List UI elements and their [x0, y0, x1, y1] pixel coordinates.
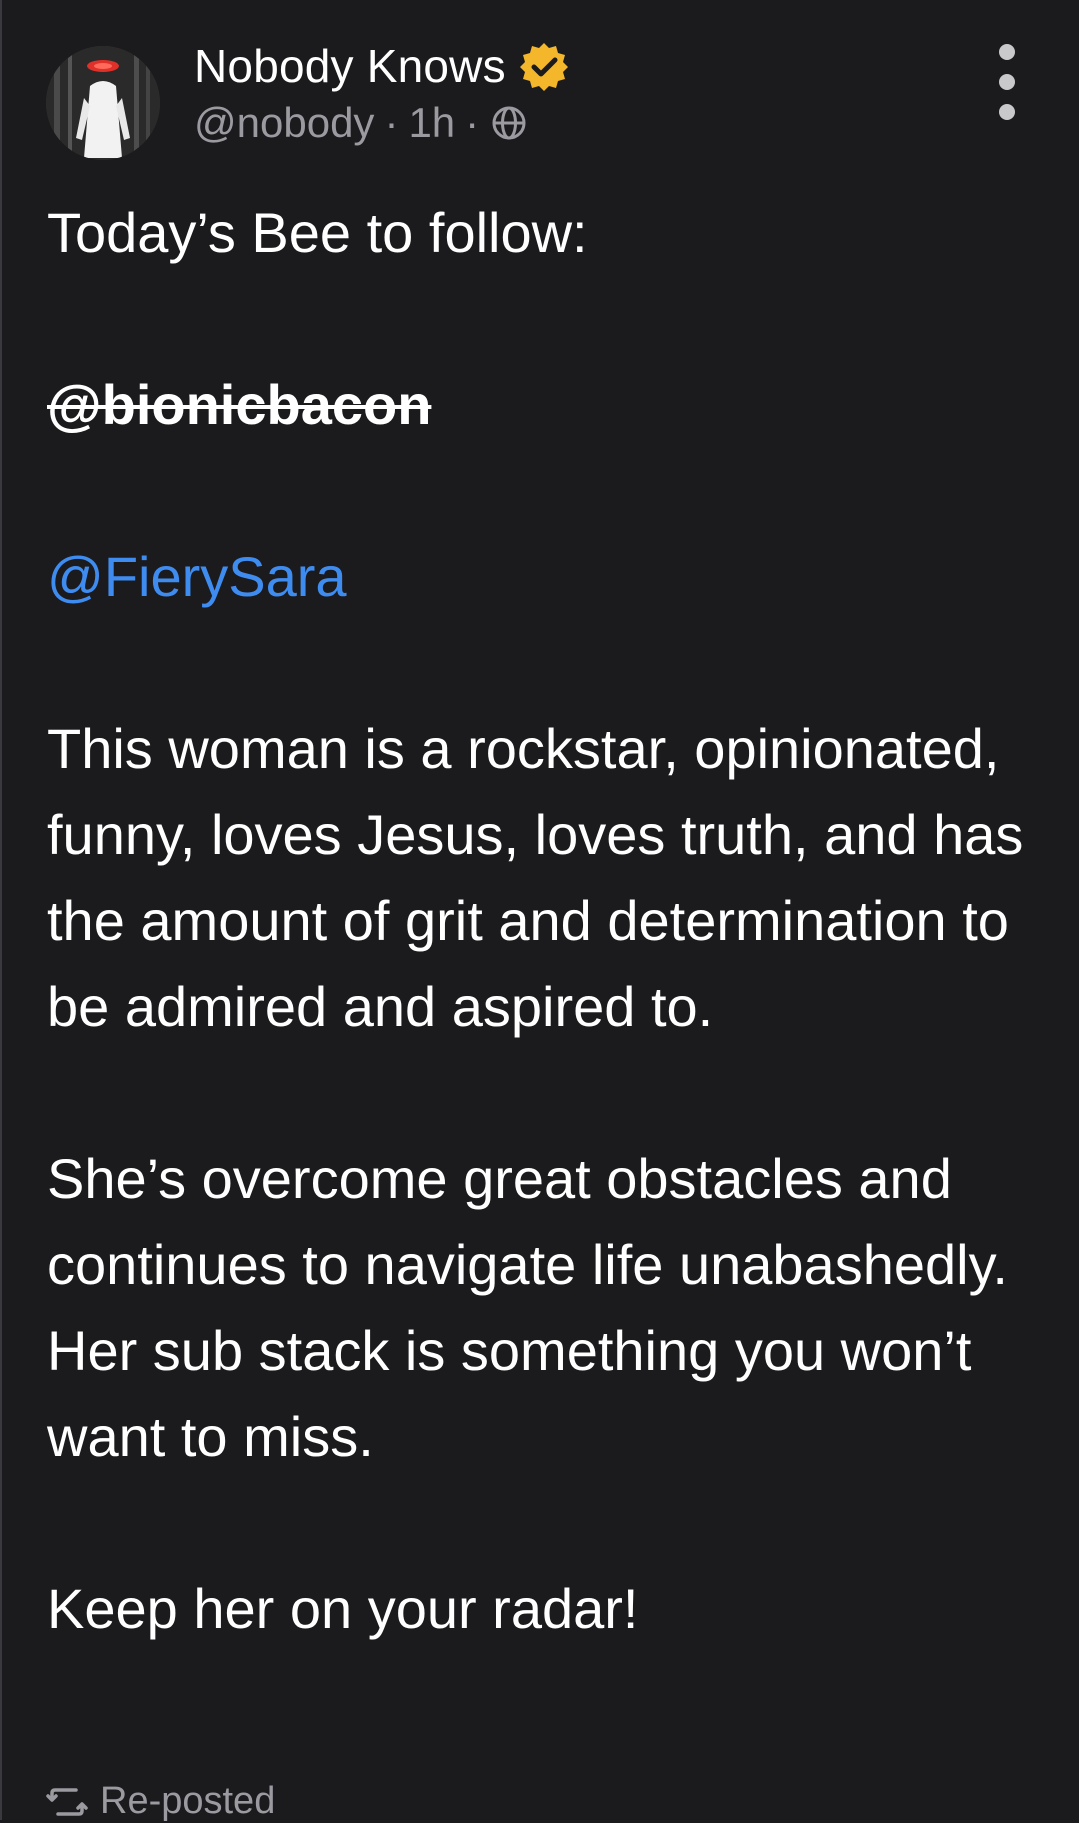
reposted-indicator[interactable]: Re-posted [46, 1780, 275, 1823]
post-paragraph: Keep her on your radar! [47, 1577, 639, 1640]
author-row: Nobody Knows [194, 34, 570, 98]
meta-separator: · [465, 99, 480, 146]
post-timestamp: 1h [408, 99, 456, 146]
verified-check-badge-icon [518, 40, 570, 92]
struck-mention[interactable]: @bionicbacon [47, 373, 431, 436]
meta-separator: · [384, 99, 399, 146]
mention-link[interactable]: @FierySara [47, 545, 347, 608]
more-vertical-icon-dot [999, 74, 1015, 90]
post-intro-line: Today’s Bee to follow: [47, 201, 588, 264]
more-options-button[interactable] [987, 44, 1027, 120]
post-paragraph: She’s overcome great obstacles and conti… [47, 1147, 1024, 1468]
globe-icon [489, 103, 529, 143]
avatar[interactable] [46, 46, 160, 160]
post-paragraph: This woman is a rockstar, opinionated, f… [47, 717, 1039, 1038]
repost-label: Re-posted [100, 1780, 276, 1822]
post-card: Nobody Knows @nobody · 1h · Today’s Bee … [0, 0, 1079, 1823]
repost-icon [46, 1785, 88, 1819]
author-handle[interactable]: @nobody [194, 99, 374, 147]
more-vertical-icon-dot [999, 104, 1015, 120]
post-body: Today’s Bee to follow: @bionicbacon @Fie… [47, 190, 1047, 1652]
post-meta: @nobody · 1h · [194, 94, 529, 152]
more-vertical-icon [999, 44, 1015, 60]
avatar-image [46, 46, 160, 160]
author-name[interactable]: Nobody Knows [194, 39, 506, 93]
